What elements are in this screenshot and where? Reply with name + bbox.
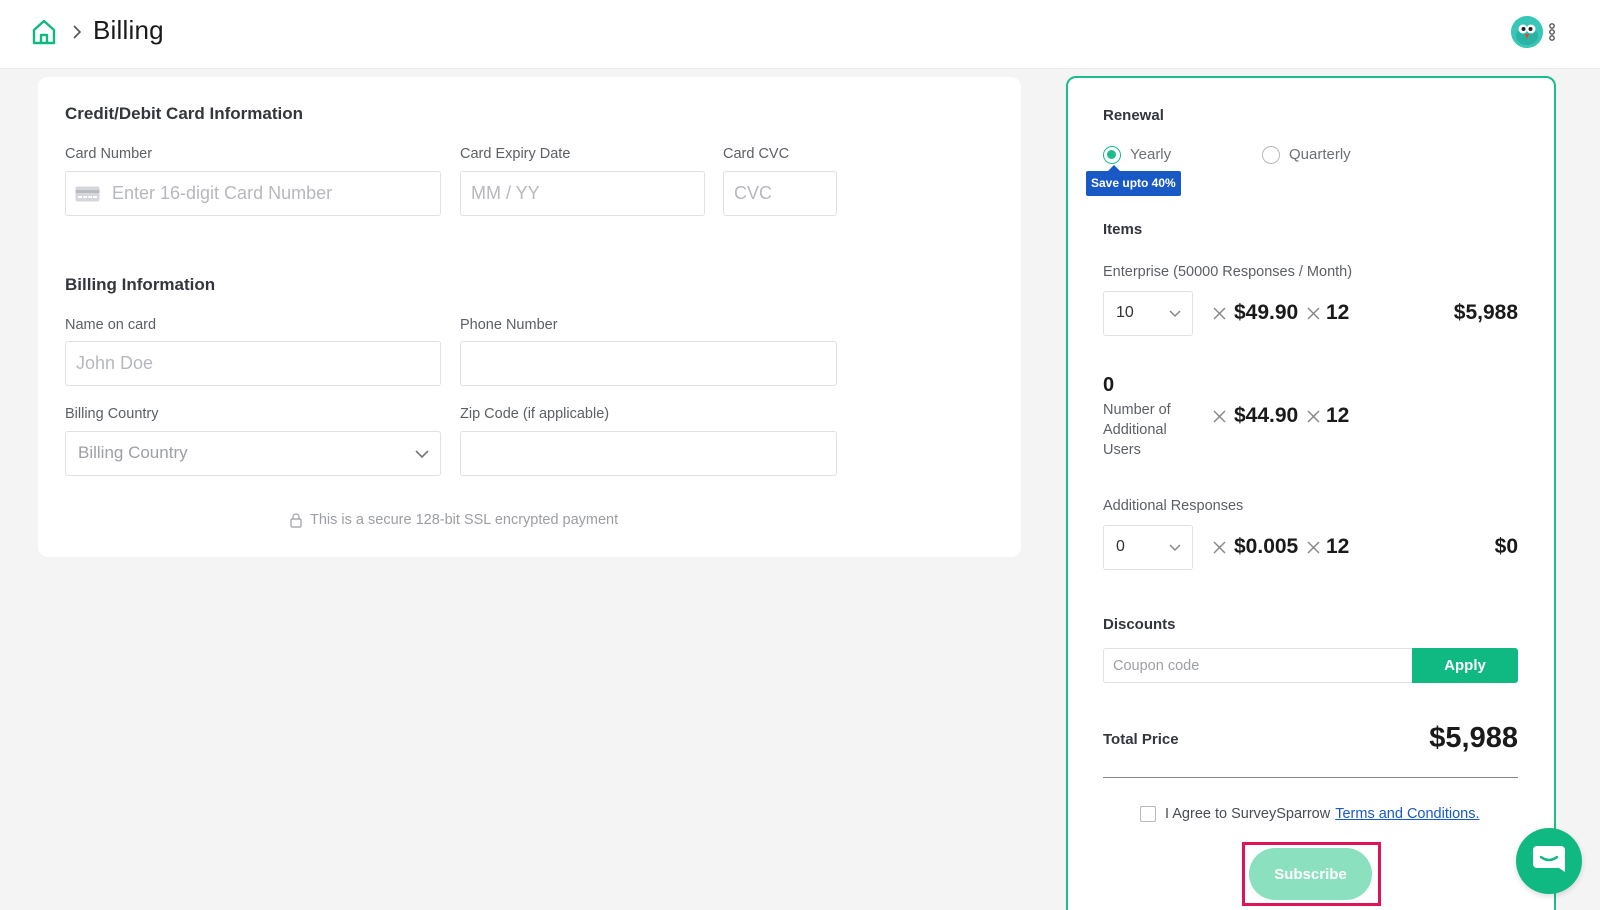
coupon-code-input[interactable]	[1103, 648, 1413, 683]
renewal-title: Renewal	[1103, 107, 1164, 124]
save-badge: Save upto 40%	[1086, 165, 1181, 196]
page-title: Billing	[93, 15, 164, 45]
billing-country-label: Billing Country	[65, 406, 159, 422]
lock-icon	[290, 512, 302, 528]
total-price-label: Total Price	[1103, 731, 1179, 748]
secure-payment-text: This is a secure 128-bit SSL encrypted p…	[310, 512, 619, 528]
expiry-input[interactable]	[460, 171, 705, 216]
cvc-label: Card CVC	[723, 146, 790, 162]
radio-quarterly-label[interactable]: Quarterly	[1289, 146, 1351, 163]
additional-users-label: Number of Additional Users	[1103, 402, 1171, 458]
expiry-label: Card Expiry Date	[460, 146, 571, 162]
multiply-icon	[1213, 410, 1226, 423]
multiply-icon	[1307, 410, 1320, 423]
home-icon[interactable]	[30, 18, 58, 46]
users-unit-price: $44.90	[1234, 404, 1299, 427]
total-price-value: $5,988	[1429, 722, 1518, 754]
users-months: 12	[1326, 404, 1350, 427]
responses-months: 12	[1326, 535, 1350, 558]
secure-payment-note: This is a secure 128-bit SSL encrypted p…	[290, 512, 618, 528]
divider	[1103, 777, 1518, 778]
name-on-card-input[interactable]	[65, 341, 441, 386]
phone-number-input[interactable]	[460, 341, 837, 386]
items-title: Items	[1103, 221, 1143, 238]
radio-yearly-label[interactable]: Yearly	[1130, 146, 1171, 163]
zip-code-label: Zip Code (if applicable)	[460, 406, 610, 422]
top-bar: Billing	[0, 0, 1600, 69]
plan-unit-price: $49.90	[1234, 301, 1299, 324]
responses-quantity-select[interactable]: 0	[1103, 525, 1193, 570]
terms-link[interactable]: Terms and Conditions.	[1335, 806, 1479, 822]
responses-quantity-value: 0	[1116, 538, 1125, 555]
billing-info-title: Billing Information	[65, 275, 216, 294]
chevron-down-icon	[1169, 544, 1181, 552]
plan-label: Enterprise (50000 Responses / Month)	[1103, 264, 1353, 280]
phone-number-label: Phone Number	[460, 317, 558, 333]
billing-country-select[interactable]: Billing Country	[65, 431, 441, 476]
additional-users-count[interactable]: 0	[1103, 374, 1114, 397]
radio-yearly[interactable]	[1103, 146, 1121, 164]
owl-avatar-icon	[1511, 16, 1543, 48]
plan-quantity-value: 10	[1116, 304, 1134, 321]
discounts-title: Discounts	[1103, 616, 1176, 633]
multiply-icon	[1307, 307, 1320, 320]
agree-checkbox[interactable]	[1140, 806, 1156, 822]
billing-country-placeholder: Billing Country	[78, 443, 188, 462]
terms-agreement: I Agree to SurveySparrow Terms and Condi…	[1140, 806, 1480, 822]
apply-coupon-button[interactable]: Apply	[1412, 648, 1518, 683]
multiply-icon	[1213, 541, 1226, 554]
plan-line-total: $5,988	[1453, 301, 1518, 324]
multiply-icon	[1213, 307, 1226, 320]
avatar[interactable]	[1511, 16, 1543, 48]
chevron-down-icon	[415, 450, 429, 459]
additional-responses-label: Additional Responses	[1103, 498, 1244, 514]
name-on-card-label: Name on card	[65, 317, 157, 333]
card-number-input[interactable]	[65, 171, 441, 216]
plan-months: 12	[1326, 301, 1350, 324]
plan-quantity-select[interactable]: 10	[1103, 291, 1193, 336]
responses-line-total: $0	[1494, 535, 1518, 558]
credit-card-icon	[75, 186, 100, 202]
chevron-right-icon	[73, 25, 82, 39]
card-info-title: Credit/Debit Card Information	[65, 104, 304, 123]
chat-bubble-icon	[1533, 846, 1565, 872]
zip-code-input[interactable]	[460, 431, 837, 476]
agree-text: I Agree to SurveySparrow	[1165, 806, 1331, 822]
subscribe-button[interactable]: Subscribe	[1249, 848, 1372, 900]
order-summary-panel	[1066, 76, 1556, 910]
multiply-icon	[1307, 541, 1320, 554]
radio-quarterly[interactable]	[1262, 146, 1280, 164]
cvc-input[interactable]	[723, 171, 837, 216]
kebab-menu-icon[interactable]	[1546, 20, 1558, 44]
chat-launcher-button[interactable]	[1516, 828, 1582, 894]
responses-unit-price: $0.005	[1234, 535, 1299, 558]
card-number-label: Card Number	[65, 146, 153, 162]
chevron-down-icon	[1169, 310, 1181, 318]
